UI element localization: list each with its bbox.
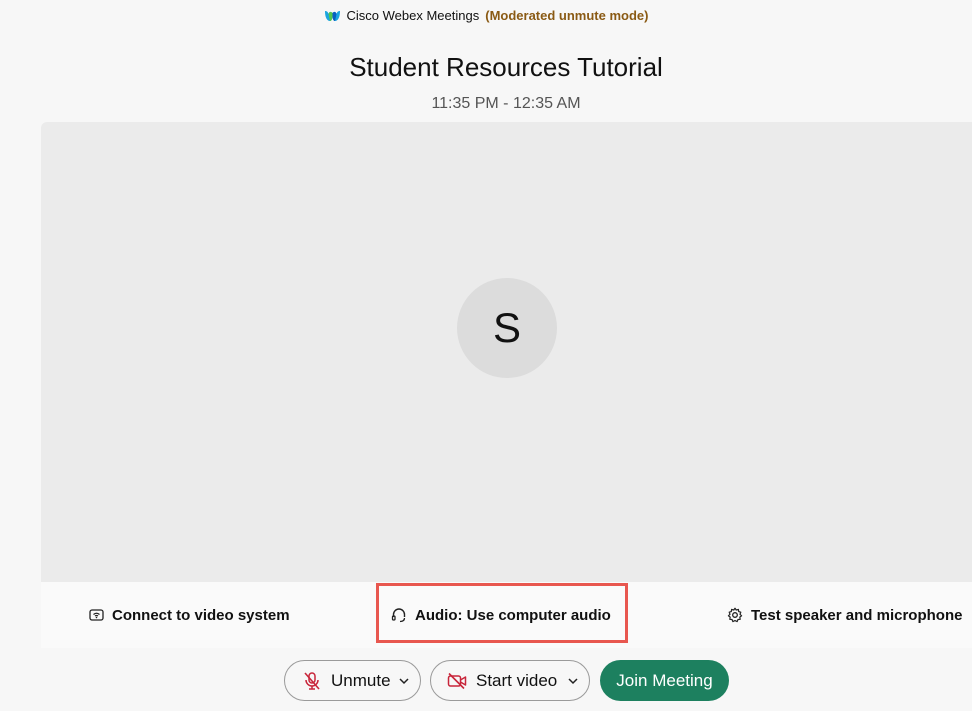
app-header: Cisco Webex Meetings (Moderated unmute m… [0, 0, 972, 30]
start-video-label: Start video [476, 670, 558, 690]
start-video-button[interactable]: Start video [430, 660, 590, 701]
app-name: Cisco Webex Meetings [346, 7, 480, 23]
join-meeting-button[interactable]: Join Meeting [600, 660, 729, 701]
microphone-muted-icon [304, 671, 320, 690]
meeting-title: Student Resources Tutorial [349, 52, 663, 82]
unmute-label: Unmute [331, 670, 391, 690]
avatar: S [457, 278, 557, 378]
video-preview: S [41, 122, 972, 582]
options-bar: Connect to video system Audio: Use compu… [41, 582, 972, 648]
meeting-time: 11:35 PM - 12:35 AM [431, 95, 581, 112]
unmute-mode-label: (Moderated unmute mode) [485, 7, 649, 23]
audio-option-label: Audio: Use computer audio [415, 606, 611, 624]
headset-icon [391, 608, 406, 623]
camera-off-icon [447, 672, 467, 689]
test-speaker-mic-label: Test speaker and microphone [751, 606, 963, 624]
audio-option-button[interactable]: Audio: Use computer audio [391, 582, 611, 648]
connect-video-system-button[interactable]: Connect to video system [89, 582, 290, 648]
gear-icon [727, 607, 743, 623]
unmute-button[interactable]: Unmute [284, 660, 421, 701]
screen-cast-icon [89, 608, 104, 621]
chevron-down-icon[interactable] [398, 675, 410, 687]
chevron-down-icon[interactable] [567, 675, 579, 687]
test-speaker-mic-button[interactable]: Test speaker and microphone [727, 582, 962, 648]
webex-logo-icon [324, 10, 340, 21]
connect-video-system-label: Connect to video system [112, 606, 290, 624]
